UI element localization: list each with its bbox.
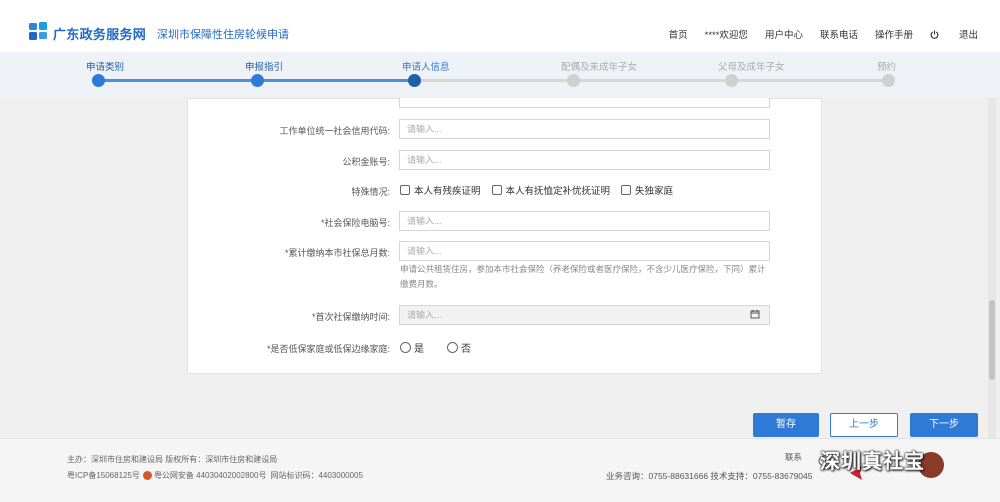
fund-account-input[interactable]: 请输入... xyxy=(399,150,770,170)
fund-account-label: 公积金账号: xyxy=(342,157,390,167)
system-title: 深圳市保障性住房轮候申请 xyxy=(157,29,289,41)
step-label-parents: 父母及成年子女 xyxy=(718,62,785,73)
checkbox-label: 失独家庭 xyxy=(635,186,674,197)
footer-support: 业务咨询：0755-88631666 技术支持：0755-83679045 xyxy=(606,471,813,481)
police-badge-icon xyxy=(142,471,152,480)
credit-code-label: 工作单位统一社会信用代码: xyxy=(279,126,390,136)
step-label-appointment: 预约 xyxy=(877,62,897,73)
step-dot-guide[interactable] xyxy=(251,74,264,87)
previous-field-edge xyxy=(399,98,770,108)
checkbox-box[interactable] xyxy=(491,185,502,195)
step-label-guide[interactable]: 申报指引 xyxy=(245,59,283,73)
checkbox-pension[interactable]: 本人有抚恤定补优抚证明 xyxy=(491,183,611,197)
logout-button[interactable]: 退出 xyxy=(930,27,978,41)
radio-no[interactable]: 否 xyxy=(447,340,471,355)
calendar-icon[interactable] xyxy=(750,309,760,319)
low-income-radios: 是 否 xyxy=(400,340,494,355)
step-label-spouse: 配偶及未成年子女 xyxy=(561,62,638,73)
low-income-label: *是否低保家庭或低保边缘家庭: xyxy=(266,344,390,354)
step-label-category[interactable]: 申请类别 xyxy=(86,59,124,73)
checkbox-label: 本人有抚恤定补优抚证明 xyxy=(505,186,611,197)
prev-step-button[interactable]: 上一步 xyxy=(830,413,898,437)
step-label-applicant[interactable]: 申请人信息 xyxy=(402,59,450,73)
radio-circle[interactable] xyxy=(400,342,411,353)
nav-user-center[interactable]: 用户中心 xyxy=(765,27,803,41)
step-line-pending xyxy=(414,79,889,82)
credit-code-input[interactable]: 请输入... xyxy=(399,119,770,139)
top-header: 广东政务服务网 深圳市保障性住房轮候申请 首页 ****欢迎您 用户中心 联系电… xyxy=(0,0,1000,52)
progress-stepper: 申请类别 申报指引 申请人信息 配偶及未成年子女 父母及成年子女 预约 xyxy=(0,52,1000,98)
save-draft-button[interactable]: 暂存 xyxy=(753,413,819,437)
checkbox-lost-only-child[interactable]: 失独家庭 xyxy=(621,183,673,197)
nav-contact[interactable]: 联系电话 xyxy=(820,27,858,41)
checkbox-box[interactable] xyxy=(621,185,632,195)
social-security-no-label: *社会保险电脑号: xyxy=(320,218,390,228)
months-input[interactable]: 请输入... xyxy=(399,241,770,261)
social-security-no-input[interactable]: 请输入... xyxy=(399,211,770,231)
checkbox-disability[interactable]: 本人有残疾证明 xyxy=(400,183,481,197)
step-dot-appointment xyxy=(882,74,895,87)
radio-yes[interactable]: 是 xyxy=(400,340,424,355)
footer-police[interactable]: 粤公网安备 44030402002800号 xyxy=(154,470,267,481)
nav-welcome-user: ****欢迎您 xyxy=(704,30,748,41)
watermark-text: 深圳真社宝 xyxy=(820,451,925,473)
footer-records: 粤ICP备15068125号 粤公网安备 44030402002800号 网站标… xyxy=(67,470,363,481)
footer-contact: 联系 xyxy=(785,452,803,462)
special-label: 特殊情况: xyxy=(351,187,390,197)
top-nav: 首页 ****欢迎您 用户中心 联系电话 操作手册 退出 xyxy=(652,27,978,41)
months-label: *累计缴纳本市社保总月数: xyxy=(284,248,390,258)
step-dot-parents xyxy=(725,74,738,87)
scrollbar-thumb[interactable] xyxy=(989,300,995,380)
step-dot-spouse xyxy=(567,74,580,87)
power-icon xyxy=(930,29,939,39)
radio-circle[interactable] xyxy=(447,342,458,353)
logout-label: 退出 xyxy=(958,30,978,41)
footer-icp[interactable]: 粤ICP备15068125号 xyxy=(67,470,140,481)
nav-manual[interactable]: 操作手册 xyxy=(875,27,913,41)
form-card xyxy=(187,98,822,374)
first-time-label: *首次社保缴纳时间: xyxy=(311,312,390,322)
next-step-button[interactable]: 下一步 xyxy=(910,413,978,437)
footer-site-code: 网站标识码：4403000005 xyxy=(270,471,363,480)
special-checkboxes: 本人有残疾证明 本人有抚恤定补优抚证明 失独家庭 xyxy=(400,183,684,197)
nav-home[interactable]: 首页 xyxy=(669,27,688,41)
months-hint: 申请公共租赁住房，参加本市社会保险（养老保险或者医疗保险，不含少儿医疗保险，下同… xyxy=(400,264,766,289)
gd-logo-icon xyxy=(29,22,47,40)
radio-label: 否 xyxy=(461,344,471,355)
step-dot-applicant[interactable] xyxy=(408,74,421,87)
footer-host: 主办：深圳市住房和建设局 版权所有：深圳市住房和建设局 xyxy=(67,455,278,464)
brand-title[interactable]: 广东政务服务网 xyxy=(53,24,146,43)
radio-label: 是 xyxy=(414,344,424,355)
step-dot-category[interactable] xyxy=(92,74,105,87)
scrollbar-track[interactable] xyxy=(988,98,996,438)
checkbox-label: 本人有残疾证明 xyxy=(414,186,481,197)
first-time-input[interactable]: 请输入... xyxy=(399,305,770,325)
checkbox-box[interactable] xyxy=(400,185,410,195)
